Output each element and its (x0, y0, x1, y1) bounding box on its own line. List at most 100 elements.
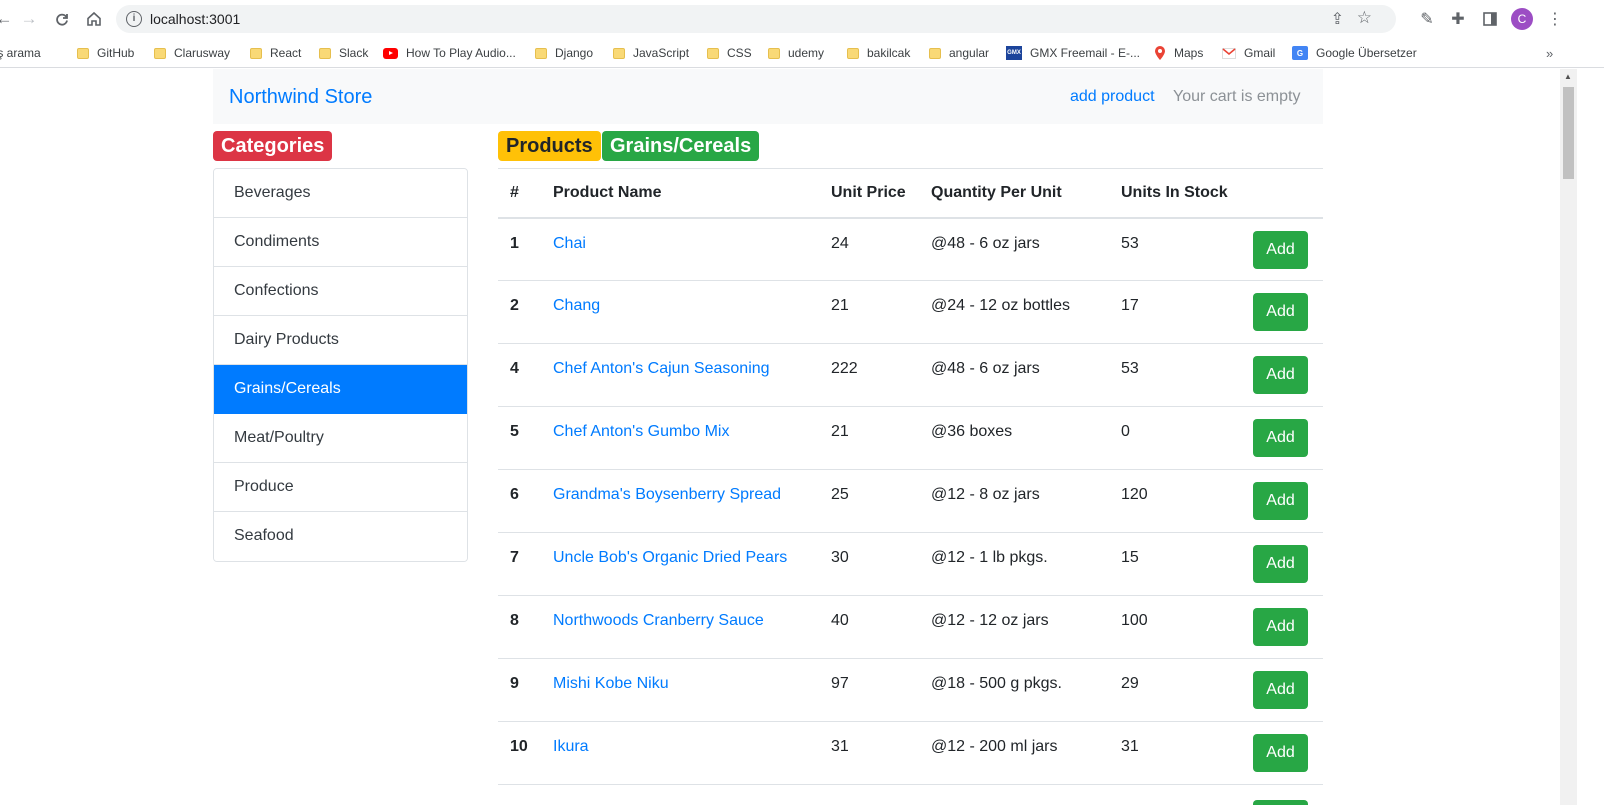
forward-arrow-icon[interactable]: → (17, 7, 41, 31)
bookmarks-bar: İş arama GitHub Clarusway React Slack Ho… (0, 38, 1604, 68)
address-bar[interactable]: i localhost:3001 ⇪ ☆ (116, 5, 1396, 33)
product-id: 8 (498, 595, 541, 659)
bookmark-maps[interactable]: Maps (1154, 45, 1203, 61)
product-id: 4 (498, 343, 541, 407)
eyedropper-icon[interactable]: ✎ (1416, 8, 1438, 30)
bookmark-clarusway[interactable]: Clarusway (154, 45, 230, 61)
url-text[interactable]: localhost:3001 (150, 11, 240, 27)
add-to-cart-button[interactable]: Add (1253, 671, 1308, 709)
product-name-link[interactable]: Uncle Bob's Organic Dried Pears (541, 532, 819, 596)
product-units-in-stock: 53 (1109, 217, 1239, 281)
site-info-icon[interactable]: i (126, 11, 142, 27)
bookmark-star-icon[interactable]: ☆ (1357, 8, 1372, 28)
category-item-condiments[interactable]: Condiments (214, 218, 467, 267)
product-units-in-stock: 100 (1109, 595, 1239, 659)
product-actions: Add (1239, 469, 1323, 533)
add-to-cart-button[interactable]: Add (1253, 482, 1308, 520)
reload-button[interactable] (50, 7, 74, 31)
scroll-up-arrow-icon[interactable]: ▲ (1564, 72, 1572, 81)
product-name-link[interactable]: Chang (541, 280, 819, 344)
add-to-cart-button[interactable]: Add (1253, 356, 1308, 394)
add-to-cart-button[interactable]: Add (1253, 734, 1308, 772)
scrollbar-thumb[interactable] (1563, 87, 1574, 179)
folder-icon (613, 47, 625, 59)
add-to-cart-button[interactable]: Add (1253, 230, 1308, 269)
bookmark-gmail[interactable]: Gmail (1222, 45, 1275, 61)
bookmark-github[interactable]: GitHub (77, 45, 134, 61)
bookmark-label: Clarusway (174, 46, 231, 60)
brand-link[interactable]: Northwind Store (229, 86, 372, 109)
home-button[interactable] (82, 7, 106, 31)
product-unit-price: 40 (819, 595, 919, 659)
product-quantity-per-unit: @48 - 6 oz jars (919, 217, 1109, 281)
bookmark-gmx-freemail[interactable]: GMX GMX Freemail - E-... (1006, 45, 1140, 61)
product-name-link[interactable]: Chef Anton's Gumbo Mix (541, 406, 819, 470)
profile-avatar[interactable]: C (1511, 8, 1533, 30)
current-category-badge: Grains/Cereals (602, 131, 760, 161)
add-to-cart-button-partial[interactable] (1253, 800, 1308, 805)
category-item-meat-poultry[interactable]: Meat/Poultry (214, 414, 467, 463)
share-icon[interactable]: ⇪ (1331, 9, 1344, 29)
product-name-link[interactable]: Northwoods Cranberry Sauce (541, 595, 819, 659)
column-header-actions (1239, 168, 1323, 219)
category-list: Beverages Condiments Confections Dairy P… (213, 168, 468, 562)
bookmark-django[interactable]: Django (535, 45, 593, 61)
add-to-cart-button[interactable]: Add (1253, 545, 1308, 583)
product-id: 2 (498, 280, 541, 344)
product-name-link[interactable]: Ikura (541, 721, 819, 785)
product-actions: Add (1239, 532, 1323, 596)
bookmark-is-arama[interactable]: İş arama (0, 45, 41, 61)
bookmark-label: İş arama (0, 46, 41, 60)
category-item-dairy-products[interactable]: Dairy Products (214, 316, 467, 365)
bookmark-javascript[interactable]: JavaScript (613, 45, 689, 61)
bookmark-label: GMX Freemail - E-... (1030, 46, 1141, 60)
category-item-beverages[interactable]: Beverages (214, 169, 467, 218)
bookmark-label: Slack (339, 46, 369, 60)
product-actions: Add (1239, 595, 1323, 659)
page-viewport: Northwind Store add product Your cart is… (0, 69, 1560, 805)
gmail-icon (1222, 47, 1236, 59)
folder-icon (319, 47, 331, 59)
product-quantity-per-unit: @48 - 6 oz jars (919, 343, 1109, 407)
product-unit-price: 25 (819, 469, 919, 533)
category-item-confections[interactable]: Confections (214, 267, 467, 316)
bookmark-angular[interactable]: angular (929, 45, 989, 61)
add-product-link[interactable]: add product (1070, 88, 1155, 106)
page-scrollbar[interactable]: ▲ (1560, 69, 1577, 805)
bookmark-how-to-play-audio[interactable]: How To Play Audio... (383, 45, 516, 61)
bookmark-label: Gmail (1244, 46, 1276, 60)
bookmark-label: angular (949, 46, 990, 60)
home-icon (87, 11, 101, 26)
bookmark-slack[interactable]: Slack (319, 45, 368, 61)
bookmark-google-translate[interactable]: G Google Übersetzer (1292, 45, 1417, 61)
bookmark-bakilcak[interactable]: bakilcak (847, 45, 910, 61)
extensions-puzzle-icon[interactable]: ✚ (1447, 8, 1469, 30)
back-arrow-icon[interactable]: ← (0, 7, 16, 31)
product-name-link[interactable]: Grandma's Boysenberry Spread (541, 469, 819, 533)
product-name-link[interactable]: Chef Anton's Cajun Seasoning (541, 343, 819, 407)
bookmark-react[interactable]: React (250, 45, 301, 61)
add-to-cart-button[interactable]: Add (1253, 293, 1308, 331)
category-item-grains-cereals[interactable]: Grains/Cereals (214, 365, 467, 414)
product-actions: Add (1239, 217, 1323, 281)
table-header-row: # Product Name Unit Price Quantity Per U… (498, 168, 1323, 219)
side-panel-icon[interactable] (1479, 8, 1501, 30)
browser-menu-icon[interactable]: ⋮ (1544, 8, 1566, 30)
bookmark-udemy[interactable]: udemy (768, 45, 824, 61)
table-row: 7 Uncle Bob's Organic Dried Pears 30 @12… (498, 532, 1323, 596)
bookmark-label: React (270, 46, 302, 60)
cart-status[interactable]: Your cart is empty (1173, 88, 1300, 106)
product-name-link[interactable]: Mishi Kobe Niku (541, 658, 819, 722)
add-to-cart-button[interactable]: Add (1253, 419, 1308, 457)
bookmark-label: GitHub (97, 46, 135, 60)
folder-icon (535, 47, 547, 59)
product-quantity-per-unit: @18 - 500 g pkgs. (919, 658, 1109, 722)
category-item-seafood[interactable]: Seafood (214, 512, 467, 561)
product-name-link[interactable]: Chai (541, 217, 819, 281)
category-item-produce[interactable]: Produce (214, 463, 467, 512)
bookmark-css[interactable]: CSS (707, 45, 752, 61)
add-to-cart-button[interactable]: Add (1253, 608, 1308, 646)
product-units-in-stock: 15 (1109, 532, 1239, 596)
product-unit-price: 21 (819, 280, 919, 344)
bookmarks-overflow-icon[interactable]: » (1546, 46, 1553, 61)
